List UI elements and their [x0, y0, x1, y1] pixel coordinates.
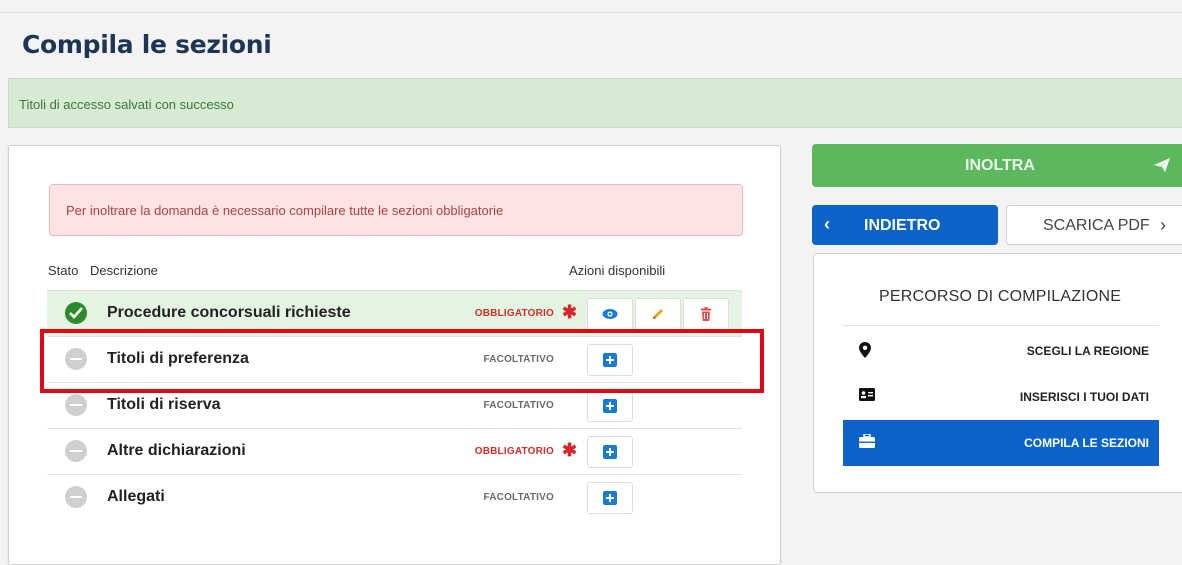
scarica-pdf-button[interactable]: SCARICA PDF › [1006, 205, 1182, 245]
warning-alert: Per inoltrare la domanda è necessario co… [49, 184, 743, 236]
check-circle-icon [65, 302, 87, 324]
view-button[interactable] [587, 298, 633, 330]
section-tag: OBBLIGATORIO ✱ [474, 440, 578, 460]
plus-square-icon [603, 491, 617, 505]
section-description: Altre dichiarazioni [107, 442, 246, 459]
paper-plane-icon [1154, 158, 1170, 172]
success-alert: Titoli di accesso salvati con successo [8, 78, 1182, 128]
edit-button[interactable] [635, 298, 681, 330]
eye-icon [602, 309, 618, 319]
column-header-descrizione: Descrizione [90, 263, 158, 278]
indietro-button[interactable]: ‹ INDIETRO [812, 205, 998, 245]
column-header-azioni: Azioni disponibili [569, 263, 666, 278]
percorso-title: PERCORSO DI COMPILAZIONE [879, 288, 1122, 305]
add-button[interactable] [587, 436, 633, 468]
section-tag: FACOLTATIVO [483, 492, 554, 503]
required-asterisk-icon: ✱ [562, 440, 578, 460]
section-tag: OBBLIGATORIO ✱ [474, 302, 578, 322]
inoltra-button[interactable]: INOLTRA [812, 144, 1182, 187]
section-description: Procedure concorsuali richieste [107, 304, 351, 321]
id-card-icon [859, 388, 875, 401]
required-asterisk-icon: ✱ [562, 302, 578, 322]
section-tag: FACOLTATIVO [483, 400, 554, 411]
percorso-step-sezioni[interactable]: COMPILA LE SEZIONI [843, 420, 1159, 466]
plus-square-icon [603, 399, 617, 413]
top-divider [0, 12, 1182, 13]
minus-circle-icon [65, 440, 87, 462]
column-header-stato: Stato [48, 263, 79, 278]
minus-circle-icon [65, 394, 87, 416]
add-button[interactable] [587, 390, 633, 422]
percorso-card: PERCORSO DI COMPILAZIONE SCEGLI LA REGIO… [813, 253, 1182, 493]
percorso-step-dati[interactable]: INSERISCI I TUOI DATI [843, 374, 1159, 420]
add-button[interactable] [587, 482, 633, 514]
section-description: Titoli di riserva [107, 396, 221, 413]
map-marker-icon [859, 342, 871, 358]
delete-button[interactable] [683, 298, 729, 330]
plus-square-icon [603, 445, 617, 459]
highlight-box [40, 329, 764, 393]
chevron-right-icon: › [1160, 215, 1166, 235]
pencil-icon [653, 309, 663, 319]
section-description: Allegati [107, 488, 165, 505]
table-row: Allegati FACOLTATIVO [47, 474, 742, 520]
minus-circle-icon [65, 486, 87, 508]
chevron-left-icon: ‹ [824, 214, 830, 234]
trash-icon [701, 307, 711, 321]
briefcase-icon [859, 434, 875, 448]
divider [843, 325, 1159, 326]
page-title: Compila le sezioni [22, 30, 272, 59]
percorso-step-regione[interactable]: SCEGLI LA REGIONE [843, 328, 1159, 374]
table-row: Altre dichiarazioni OBBLIGATORIO ✱ [47, 428, 742, 474]
